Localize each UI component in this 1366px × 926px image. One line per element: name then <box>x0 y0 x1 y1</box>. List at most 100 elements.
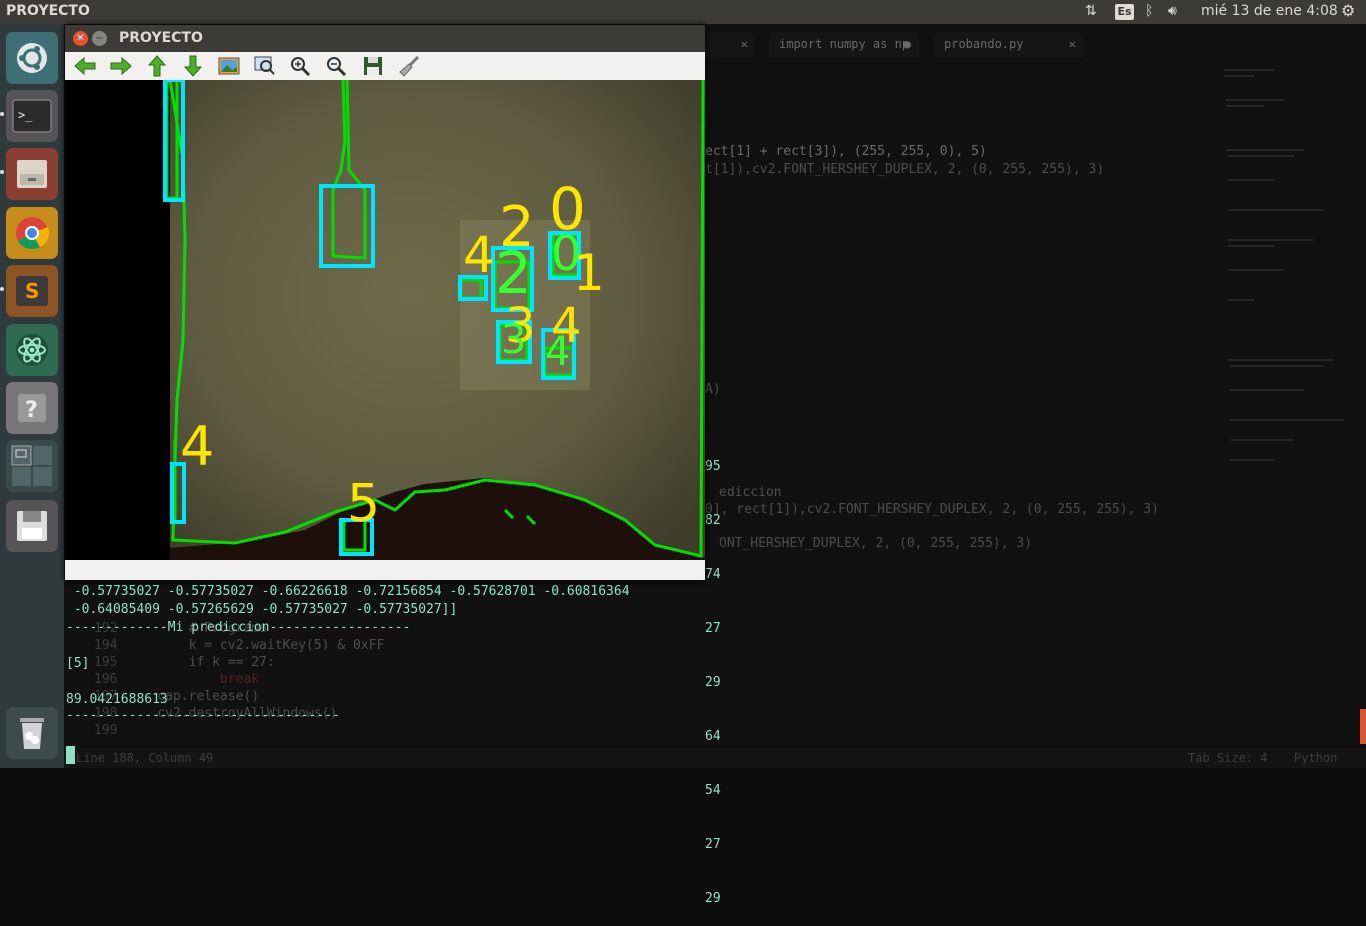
cursor-position: Line 188, Column 49 <box>76 751 214 765</box>
ubuntu-icon <box>17 43 47 73</box>
modified-dot-icon[interactable]: ● <box>904 32 911 56</box>
save-button[interactable] <box>361 55 385 77</box>
line-number: 195 <box>94 655 118 670</box>
zoom-in-button[interactable] <box>289 55 313 77</box>
prediction-label: 1 <box>573 244 605 302</box>
zoom-fit-button[interactable] <box>253 55 277 77</box>
line-number: 199 <box>94 723 118 738</box>
brush-icon <box>399 55 420 77</box>
svg-text:>_: >_ <box>18 108 33 122</box>
prediction-label: 4 <box>463 226 495 284</box>
active-app-name: PROYECTO <box>6 3 90 19</box>
code-line: 0], rect[1]),cv2.FONT_HERSHEY_DUPLEX, 2,… <box>705 502 1159 517</box>
workspace-switcher[interactable] <box>6 440 58 492</box>
settings-gear-icon[interactable]: ⚙ <box>1341 1 1355 20</box>
network-icon[interactable]: ⇅ <box>1085 3 1097 19</box>
terminal-line: -------------Mi prediccion--------------… <box>66 620 411 635</box>
tab-hidden[interactable]: ✕ <box>704 32 754 58</box>
close-window-button[interactable]: ✕ <box>73 31 88 46</box>
code-line: if k == 27: <box>126 655 275 670</box>
tab-size[interactable]: Tab Size: 4 <box>1188 748 1267 768</box>
terminal-line: 89.0421688613 <box>66 692 168 707</box>
running-indicator <box>0 170 4 174</box>
tab-numpy[interactable]: import numpy as np ● <box>769 32 919 58</box>
scroll-marker <box>1360 709 1366 744</box>
image-button[interactable] <box>217 55 241 77</box>
proyecto-window[interactable]: ✕ − PROYECTO 0 2 4 2 0 1 3 4 5 3 4 4 <box>65 25 705 580</box>
save-device-launcher[interactable] <box>6 500 58 552</box>
close-icon[interactable]: ✕ <box>741 32 748 56</box>
atom-launcher[interactable] <box>6 324 58 376</box>
clear-button[interactable] <box>397 55 421 77</box>
top-panel: PROYECTO ⇅ Es ᛒ 🔊︎ mié 13 de ene 4:08 ⚙ <box>0 0 1366 24</box>
zoom-in-icon <box>291 57 311 76</box>
down-button[interactable] <box>181 55 205 77</box>
prediction-label: 4 <box>545 329 571 375</box>
terminal-line: -0.57735027 -0.57735027 -0.66226618 -0.7… <box>66 584 630 599</box>
terminal-line: -0.64085409 -0.57265629 -0.57735027 -0.5… <box>66 602 458 617</box>
up-icon <box>148 55 166 77</box>
clock[interactable]: mié 13 de ene 4:08 <box>1201 3 1338 19</box>
svg-text:S: S <box>25 279 39 303</box>
zoom-fit-icon <box>254 56 275 75</box>
floppy-disk-icon <box>17 511 47 541</box>
help-icon: ? <box>18 394 46 423</box>
trash-launcher[interactable] <box>6 707 58 759</box>
code-line: k = cv2.waitKey(5) & 0xFF <box>126 638 385 653</box>
camera-frame-canvas[interactable]: 0 2 4 2 0 1 3 4 5 3 4 4 <box>65 80 705 560</box>
tab-probando[interactable]: probando.py ✕ <box>934 32 1084 58</box>
files-launcher[interactable] <box>6 148 58 200</box>
terminal-cursor <box>66 746 75 764</box>
sublime-launcher[interactable]: S <box>6 265 58 317</box>
editor-tabs: ✕ import numpy as np ● probando.py ✕ <box>704 32 1366 60</box>
running-indicator <box>0 287 4 291</box>
code-line: break <box>126 672 260 687</box>
terminal-line: [5] <box>66 656 90 671</box>
minimize-window-button[interactable]: − <box>92 31 107 46</box>
prediction-label: 3 <box>501 317 527 363</box>
prediction-label: 4 <box>180 415 215 478</box>
prediction-label: 5 <box>347 474 381 534</box>
close-icon[interactable]: ✕ <box>1069 32 1076 56</box>
terminal-line: ----------------------------------- <box>66 708 340 723</box>
window-titlebar[interactable]: ✕ − PROYECTO <box>65 25 705 52</box>
forward-button[interactable] <box>109 55 133 77</box>
terminal-right-column: 95 82 74 27 29 64 54 27 29 <box>705 459 721 906</box>
ubuntu-dash-button[interactable] <box>6 32 58 84</box>
sublime-text-icon: S <box>16 276 48 306</box>
help-launcher[interactable]: ? <box>6 382 58 434</box>
chrome-launcher[interactable] <box>6 207 58 259</box>
launcher: >_ S ? <box>0 24 64 768</box>
zoom-out-icon <box>327 57 347 76</box>
svg-text:?: ? <box>25 398 38 423</box>
line-number: 196 <box>94 672 118 687</box>
forward-icon <box>110 57 132 75</box>
code-line: A) <box>705 382 721 397</box>
workspaces-icon <box>11 445 52 486</box>
terminal-launcher[interactable]: >_ <box>6 90 58 142</box>
up-button[interactable] <box>145 55 169 77</box>
code-line: ONT_HERSHEY_DUPLEX, 2, (0, 255, 255), 3) <box>719 536 1033 551</box>
code-line: ediccion <box>719 485 782 500</box>
syntax-language[interactable]: Python <box>1294 748 1337 768</box>
running-indicator <box>0 112 4 116</box>
line-number: 194 <box>94 638 118 653</box>
file-cabinet-icon <box>17 160 47 188</box>
image-icon <box>218 57 240 75</box>
down-icon <box>184 55 202 77</box>
zoom-out-button[interactable] <box>325 55 349 77</box>
keyboard-layout-indicator[interactable]: Es <box>1115 4 1134 20</box>
minimap[interactable] <box>1214 60 1354 480</box>
save-icon <box>364 57 382 75</box>
terminal-icon: >_ <box>12 99 52 133</box>
camera-frame-image <box>65 80 705 560</box>
window-status-area <box>65 560 705 580</box>
window-title: PROYECTO <box>119 30 203 46</box>
trash-icon <box>20 718 44 749</box>
back-button[interactable] <box>73 55 97 77</box>
volume-icon[interactable]: 🔊︎ <box>1168 3 1177 19</box>
code-line: t[1]),cv2.FONT_HERSHEY_DUPLEX, 2, (0, 25… <box>705 162 1105 177</box>
window-toolbar <box>65 52 705 80</box>
bluetooth-icon[interactable]: ᛒ <box>1145 3 1153 19</box>
code-line: ect[1] + rect[3]), (255, 255, 0), 5) <box>705 144 987 159</box>
